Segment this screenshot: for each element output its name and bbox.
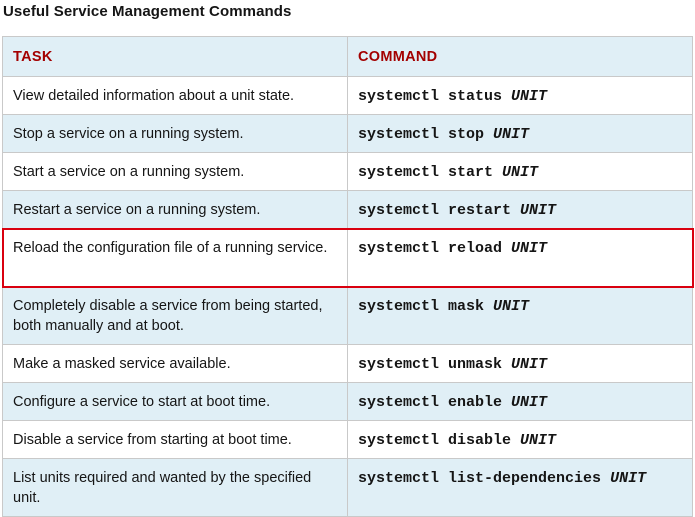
command-argument: UNIT <box>493 298 530 315</box>
header-command: COMMAND <box>347 36 693 77</box>
table-row: Restart a service on a running system. s… <box>2 190 693 229</box>
command-argument: UNIT <box>520 202 557 219</box>
command-text: systemctl mask UNIT <box>358 298 530 315</box>
header-task: TASK <box>2 36 348 77</box>
command-text: systemctl start UNIT <box>358 164 539 181</box>
command-argument: UNIT <box>493 126 530 143</box>
command-cell: systemctl disable UNIT <box>347 420 693 459</box>
command-text: systemctl enable UNIT <box>358 394 548 411</box>
command-cell: systemctl stop UNIT <box>347 114 693 153</box>
table-row: View detailed information about a unit s… <box>2 76 693 115</box>
command-argument: UNIT <box>520 432 557 449</box>
table-header-row: TASK COMMAND <box>2 36 693 77</box>
command-text: systemctl stop UNIT <box>358 126 530 143</box>
task-cell: Configure a service to start at boot tim… <box>2 382 348 421</box>
command-cell: systemctl restart UNIT <box>347 190 693 229</box>
table-row: Completely disable a service from being … <box>2 286 693 345</box>
command-cell: systemctl list-dependencies UNIT <box>347 458 693 517</box>
command-cell: systemctl enable UNIT <box>347 382 693 421</box>
command-argument: UNIT <box>511 356 548 373</box>
task-cell: Start a service on a running system. <box>2 152 348 191</box>
command-argument: UNIT <box>502 164 539 181</box>
command-argument: UNIT <box>511 240 548 257</box>
command-text: systemctl list-dependencies UNIT <box>358 470 647 487</box>
command-text: systemctl unmask UNIT <box>358 356 548 373</box>
table-row: Configure a service to start at boot tim… <box>2 382 693 421</box>
command-cell: systemctl mask UNIT <box>347 286 693 345</box>
command-cell: systemctl unmask UNIT <box>347 344 693 383</box>
task-cell: Restart a service on a running system. <box>2 190 348 229</box>
table-row: Disable a service from starting at boot … <box>2 420 693 459</box>
task-cell: Completely disable a service from being … <box>2 286 348 345</box>
command-text: systemctl disable UNIT <box>358 432 557 449</box>
command-text: systemctl status UNIT <box>358 88 548 105</box>
table-row: Start a service on a running system. sys… <box>2 152 693 191</box>
task-cell: List units required and wanted by the sp… <box>2 458 348 517</box>
commands-table: TASK COMMAND View detailed information a… <box>2 36 693 517</box>
command-cell: systemctl reload UNIT <box>347 228 693 287</box>
task-cell: Reload the configuration file of a runni… <box>2 228 348 287</box>
table-row: Stop a service on a running system. syst… <box>2 114 693 153</box>
table-title: Useful Service Management Commands <box>3 3 292 20</box>
command-argument: UNIT <box>511 88 548 105</box>
command-argument: UNIT <box>511 394 548 411</box>
command-cell: systemctl start UNIT <box>347 152 693 191</box>
command-text: systemctl restart UNIT <box>358 202 557 219</box>
table-row-highlighted: Reload the configuration file of a runni… <box>2 228 693 287</box>
command-cell: systemctl status UNIT <box>347 76 693 115</box>
table-row: Make a masked service available. systemc… <box>2 344 693 383</box>
task-cell: Stop a service on a running system. <box>2 114 348 153</box>
command-text: systemctl reload UNIT <box>358 240 548 257</box>
task-cell: Make a masked service available. <box>2 344 348 383</box>
command-argument: UNIT <box>610 470 647 487</box>
task-cell: Disable a service from starting at boot … <box>2 420 348 459</box>
table-row: List units required and wanted by the sp… <box>2 458 693 517</box>
task-cell: View detailed information about a unit s… <box>2 76 348 115</box>
